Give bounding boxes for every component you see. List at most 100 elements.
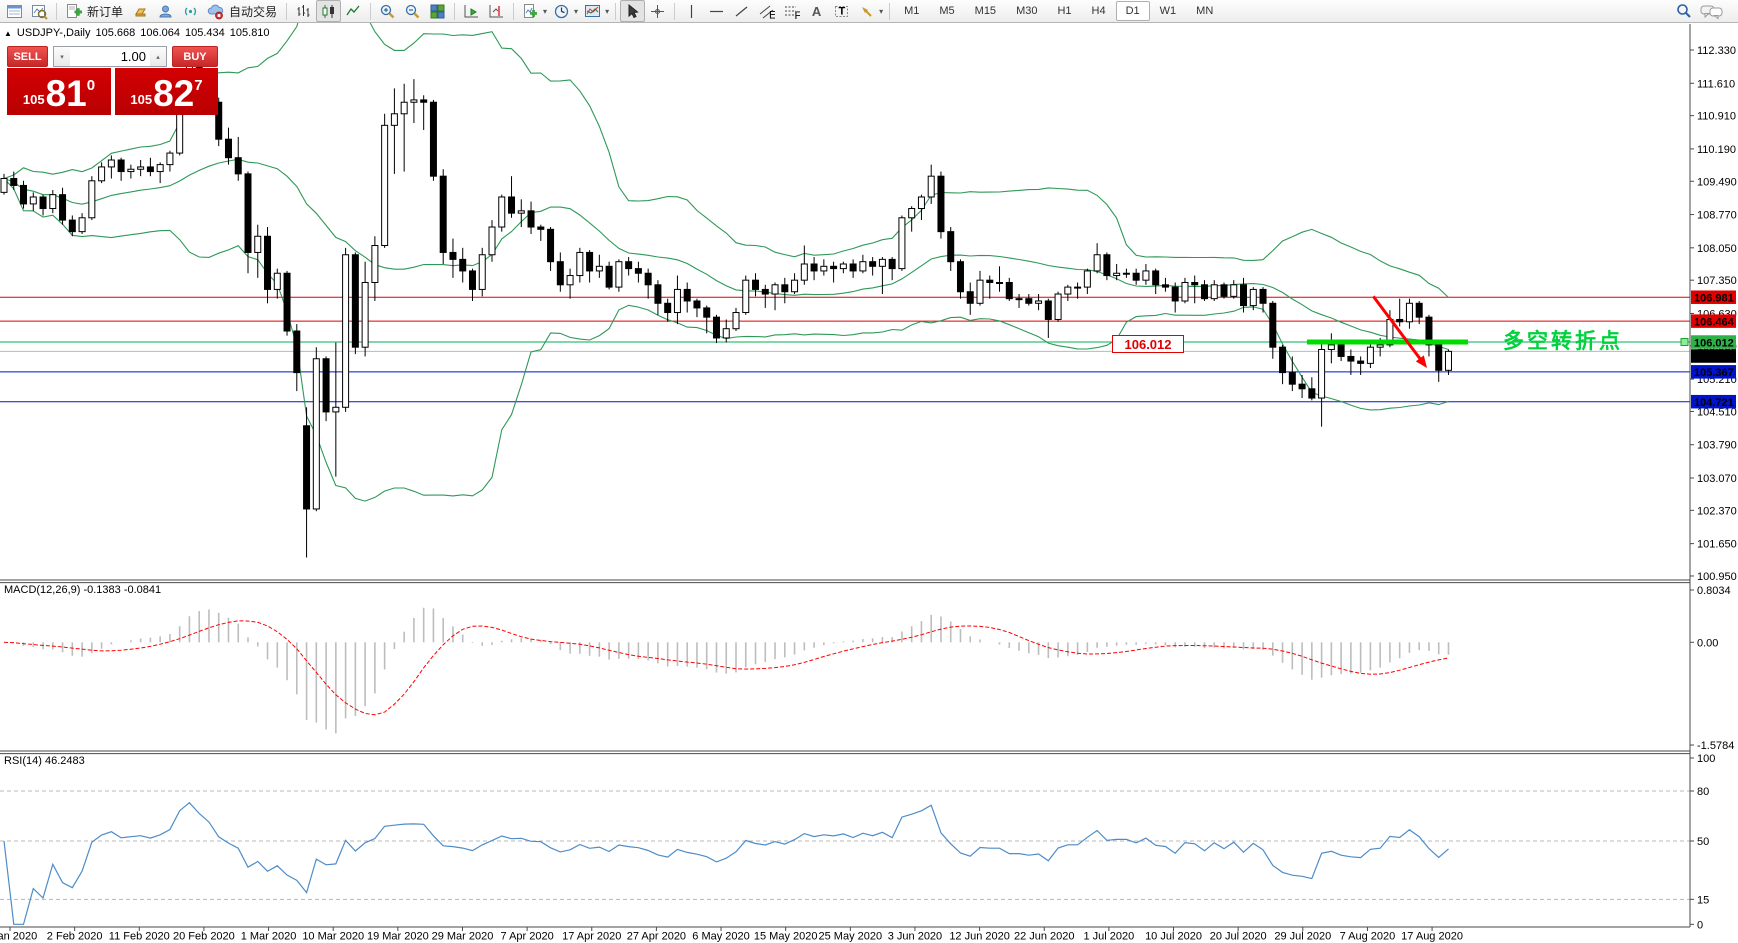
svg-text:6 May 2020: 6 May 2020 — [692, 931, 749, 943]
volume-decrease-button[interactable]: ▾ — [54, 47, 70, 66]
new-order-icon[interactable] — [61, 0, 86, 22]
svg-text:0: 0 — [1697, 919, 1703, 931]
timeframe-button-W1[interactable]: W1 — [1150, 1, 1187, 21]
timeframe-button-D1[interactable]: D1 — [1115, 1, 1150, 21]
svg-text:110.190: 110.190 — [1697, 144, 1736, 156]
sell-price-sup: 0 — [86, 77, 96, 94]
buy-button[interactable]: BUY — [172, 46, 218, 67]
svg-text:104.721: 104.721 — [1694, 397, 1734, 409]
ohlc-close: 105.810 — [229, 27, 270, 39]
ohlc-high: 106.064 — [140, 27, 181, 39]
chart-shift-icon[interactable] — [484, 0, 509, 22]
text-label-tool-icon[interactable]: T — [829, 0, 854, 22]
svg-text:105.810: 105.810 — [1694, 351, 1734, 363]
toolbar-separator — [513, 2, 515, 20]
rsi-label: RSI(14) 46.2483 — [4, 755, 85, 767]
chart-canvas[interactable]: 112.330 111.610 110.910 110.190 109.490 108.7… — [0, 0, 1738, 943]
svg-text:10 Mar 2020: 10 Mar 2020 — [302, 931, 364, 943]
svg-text:11 Feb 2020: 11 Feb 2020 — [109, 931, 170, 943]
svg-text:25 May 2020: 25 May 2020 — [819, 931, 883, 943]
crosshair-icon[interactable] — [645, 0, 670, 22]
templates-icon[interactable] — [580, 0, 605, 22]
svg-text:10 Jul 2020: 10 Jul 2020 — [1145, 931, 1202, 943]
toolbar-separator — [454, 2, 456, 20]
toolbar-separator — [370, 2, 372, 20]
timeframe-button-M15[interactable]: M15 — [965, 1, 1006, 21]
sell-button[interactable]: SELL — [7, 46, 48, 67]
svg-text:20 Feb 2020: 20 Feb 2020 — [173, 931, 235, 943]
pane-borders — [0, 24, 1691, 928]
sell-price-big: 81 — [45, 73, 87, 114]
toolbar-separator — [615, 2, 617, 20]
ohlc-low: 105.434 — [185, 27, 225, 39]
candlestick-chart-type-icon[interactable] — [316, 0, 342, 22]
svg-text:3 Jan 2020: 3 Jan 2020 — [0, 931, 37, 943]
new-order-label[interactable]: 新订单 — [87, 3, 123, 20]
svg-text:80: 80 — [1697, 786, 1709, 798]
auto-trading-label[interactable]: 自动交易 — [229, 3, 277, 20]
volume-increase-button[interactable]: ▴ — [150, 47, 166, 66]
svg-text:103.070: 103.070 — [1697, 473, 1737, 485]
arrows-caret-icon[interactable]: ▾ — [879, 7, 883, 16]
svg-text:1 Mar 2020: 1 Mar 2020 — [241, 931, 297, 943]
tile-windows-icon[interactable] — [425, 0, 450, 22]
svg-text:27 Apr 2020: 27 Apr 2020 — [627, 931, 686, 943]
periods-clock-icon[interactable] — [549, 0, 574, 22]
svg-text:19 Mar 2020: 19 Mar 2020 — [367, 931, 429, 943]
templates-caret-icon[interactable]: ▾ — [605, 7, 609, 16]
periods-caret-icon[interactable]: ▾ — [574, 7, 578, 16]
market-watch-icon[interactable] — [2, 0, 27, 22]
chart-preview-icon[interactable] — [27, 0, 52, 22]
indicators-caret-icon[interactable]: ▾ — [543, 7, 547, 16]
timeframe-button-M30[interactable]: M30 — [1006, 1, 1047, 21]
annotation-note-text[interactable]: 多空转折点 — [1503, 325, 1623, 355]
svg-text:112.330: 112.330 — [1697, 45, 1736, 57]
one-click-trading-panel: SELL ▾ ▴ BUY 105 81 0 105 82 7 — [7, 46, 218, 115]
timeframe-button-H1[interactable]: H1 — [1047, 1, 1081, 21]
fibonacci-tool-icon[interactable]: F — [779, 0, 804, 22]
chat-icon[interactable] — [1696, 0, 1728, 22]
svg-text:0.00: 0.00 — [1697, 637, 1718, 649]
timeframe-button-M5[interactable]: M5 — [929, 1, 964, 21]
price-axis: 112.330 111.610 110.910 110.190 109.490 108.7… — [1690, 45, 1737, 583]
svg-text:F: F — [795, 10, 801, 20]
auto-scroll-icon[interactable] — [459, 0, 484, 22]
toolbar-separator — [889, 2, 891, 20]
equidistant-channel-tool-icon[interactable]: E — [754, 0, 779, 22]
svg-text:100.950: 100.950 — [1697, 571, 1737, 583]
signal-icon[interactable] — [178, 0, 203, 22]
auto-trading-icon[interactable] — [203, 0, 228, 22]
cursor-icon[interactable] — [620, 0, 646, 22]
gold-icon[interactable] — [128, 0, 153, 22]
horizontal-line-tool-icon[interactable] — [704, 0, 729, 22]
indicators-add-icon[interactable] — [518, 0, 543, 22]
arrows-tool-icon[interactable] — [854, 0, 879, 22]
volume-input[interactable] — [70, 47, 150, 66]
toolbar-separator — [56, 2, 57, 20]
line-chart-type-icon[interactable] — [341, 0, 366, 22]
date-axis[interactable]: 3 Jan 2020 2 Feb 2020 11 Feb 202020 Feb 20… — [0, 927, 1463, 943]
trendline-tool-icon[interactable] — [729, 0, 754, 22]
svg-text:T: T — [839, 5, 846, 17]
zoom-out-icon[interactable] — [400, 0, 425, 22]
timeframe-button-MN[interactable]: MN — [1186, 1, 1223, 21]
vertical-line-tool-icon[interactable] — [679, 0, 704, 22]
mt4-window: 新订单 自动交易 ▾ ▾ ▾ E F A T ▾ M1 M5 M15 M30 H… — [0, 0, 1738, 943]
svg-text:12 Jun 2020: 12 Jun 2020 — [949, 931, 1010, 943]
zoom-in-icon[interactable] — [375, 0, 400, 22]
svg-text:2 Feb 2020: 2 Feb 2020 — [47, 931, 103, 943]
buy-price-display[interactable]: 105 82 7 — [115, 68, 218, 115]
timeframe-button-M1[interactable]: M1 — [894, 1, 929, 21]
svg-text:1 Jul 2020: 1 Jul 2020 — [1083, 931, 1134, 943]
text-tool-icon[interactable]: A — [804, 0, 829, 22]
svg-text:107.350: 107.350 — [1697, 275, 1737, 287]
macd-pane — [3, 607, 1450, 734]
community-icon[interactable] — [153, 0, 178, 22]
annotation-price-label[interactable]: 106.012 — [1112, 335, 1184, 353]
svg-text:E: E — [769, 9, 775, 20]
timeframe-button-H4[interactable]: H4 — [1082, 1, 1116, 21]
bar-chart-type-icon[interactable] — [291, 0, 316, 22]
sell-price-display[interactable]: 105 81 0 — [7, 68, 111, 115]
svg-text:108.050: 108.050 — [1697, 243, 1737, 255]
search-icon[interactable] — [1671, 0, 1696, 22]
